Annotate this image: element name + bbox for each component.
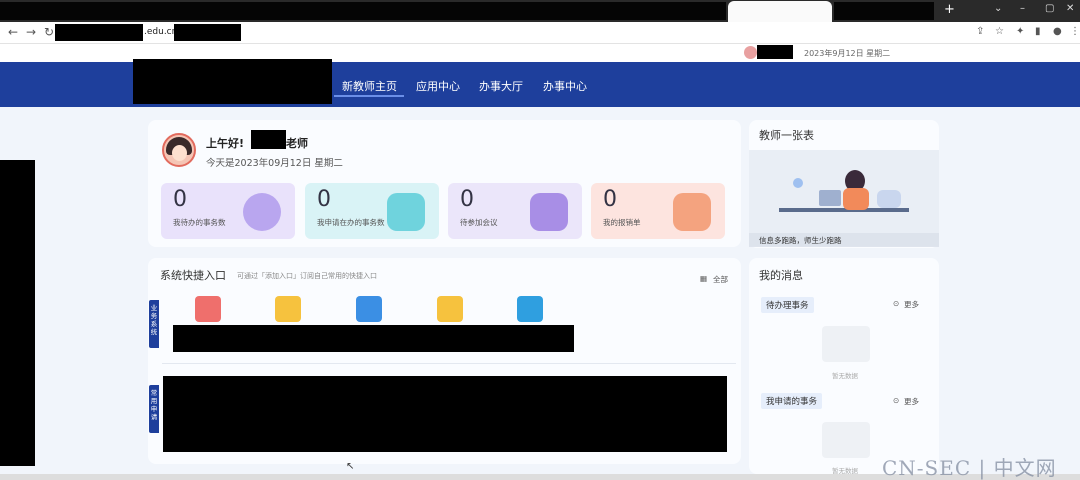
user-avatar[interactable] (744, 46, 757, 59)
top-date: 2023年9月12日 星期二 (804, 49, 891, 58)
card-icon[interactable] (437, 296, 463, 322)
redacted-left-panel (0, 160, 35, 466)
stack-icon (387, 193, 425, 231)
more-applied-link[interactable]: 更多 (904, 396, 919, 407)
bookmark-star-icon[interactable]: ☆ (995, 26, 1004, 37)
redacted-tab-strip-2 (834, 2, 934, 20)
stat-value: 0 (317, 187, 331, 212)
back-icon[interactable]: ← (8, 25, 18, 39)
more-applied-icon[interactable]: ⊙ (893, 396, 899, 405)
stat-my-applications[interactable]: 0 我申请在办的事务数 (305, 183, 439, 239)
section-divider (162, 363, 736, 364)
teacher-table-caption: 信息多跑路，师生少跑路 (749, 233, 939, 247)
all-entries-icon[interactable]: ▦ (700, 274, 707, 283)
minimize-icon[interactable]: – (1020, 3, 1025, 14)
edit-icon[interactable] (517, 296, 543, 322)
browser-tab[interactable] (728, 1, 832, 22)
more-pending-icon[interactable]: ⊙ (893, 299, 899, 308)
profile-icon[interactable]: ● (1053, 26, 1062, 37)
more-pending-link[interactable]: 更多 (904, 299, 919, 310)
stat-value: 0 (460, 187, 474, 212)
close-icon[interactable]: ✕ (1066, 3, 1074, 14)
empty-pending-text: 暂无数据 (832, 372, 858, 380)
quick-entry-hint: 可通过「添加入口」订阅自己常用的快捷入口 (237, 272, 377, 280)
stat-value: 0 (603, 187, 617, 212)
teacher-table-title: 教师一张表 (759, 129, 814, 142)
redacted-username (757, 45, 793, 59)
stat-meetings[interactable]: 0 待参加会议 (448, 183, 582, 239)
redacted-teacher-name (251, 130, 286, 149)
quick-entry-title: 系统快捷入口 (160, 269, 226, 282)
all-entries-link[interactable]: 全部 (713, 274, 728, 285)
new-tab-button[interactable]: + (944, 2, 955, 17)
nav-item-service-hall[interactable]: 办事大厅 (479, 78, 523, 94)
nav-item-affairs-center[interactable]: 办事中心 (543, 78, 587, 94)
watermark-text: CN-SEC | 中文网 (882, 456, 1057, 480)
tab-my-applications[interactable]: 我申请的事务 (761, 393, 823, 409)
extensions-icon[interactable]: ✦ (1016, 26, 1024, 37)
redacted-url-start (55, 24, 143, 41)
stat-value: 0 (173, 187, 187, 212)
tag-common-applications[interactable]: 常用申请 (149, 385, 159, 433)
nav-item-teacher-home[interactable]: 新教师主页 (342, 78, 397, 94)
greeting-suffix: 老师 (286, 137, 308, 150)
maximize-icon[interactable]: ▢ (1045, 3, 1054, 14)
mouse-cursor-icon: ↖ (346, 461, 355, 472)
nav-item-app-center[interactable]: 应用中心 (416, 78, 460, 94)
folder-icon[interactable] (275, 296, 301, 322)
clock-icon (530, 193, 568, 231)
graduation-cap-icon[interactable] (195, 296, 221, 322)
stat-label: 待参加会议 (460, 218, 498, 227)
document-icon[interactable] (356, 296, 382, 322)
stat-label: 我申请在办的事务数 (317, 218, 385, 227)
redacted-common-applications (163, 376, 727, 452)
tab-search-icon[interactable]: ⌄ (994, 3, 1002, 14)
stat-my-todo[interactable]: 0 我待办的事务数 (161, 183, 295, 239)
paper-plane-icon (243, 193, 281, 231)
receipt-icon (673, 193, 711, 231)
empty-mailbox-icon (822, 326, 870, 362)
greeting-date: 今天是2023年09月12日 星期二 (206, 158, 343, 169)
stat-label: 我待办的事务数 (173, 218, 226, 227)
reload-icon[interactable]: ↻ (44, 25, 54, 39)
forward-icon[interactable]: → (26, 25, 36, 39)
tab-pending-tasks[interactable]: 待办理事务 (761, 297, 814, 313)
messages-title: 我的消息 (759, 269, 803, 282)
sidebar-icon[interactable]: ▮ (1035, 26, 1041, 37)
stat-label: 我的报销单 (603, 218, 641, 227)
redacted-logo (133, 59, 332, 104)
tag-business-systems[interactable]: 业务系统 (149, 300, 159, 348)
nav-active-indicator (334, 95, 404, 97)
stat-reimbursements[interactable]: 0 我的报销单 (591, 183, 725, 239)
empty-mailbox-icon (822, 422, 870, 458)
redacted-business-labels (173, 325, 574, 352)
redacted-tab-strip (0, 2, 726, 20)
teacher-avatar (162, 133, 196, 167)
teacher-illustration (749, 150, 939, 246)
menu-icon[interactable]: ⋮ (1070, 26, 1080, 37)
redacted-url-end (174, 24, 241, 41)
greeting-title: 上午好! (206, 137, 245, 150)
share-icon[interactable]: ⇪ (976, 26, 984, 37)
